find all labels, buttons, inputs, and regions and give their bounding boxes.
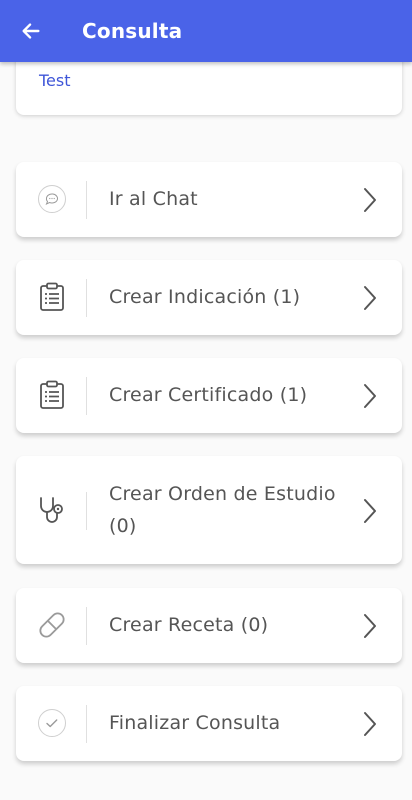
chat-icon bbox=[36, 183, 68, 215]
divider bbox=[86, 492, 87, 530]
clipboard-icon bbox=[36, 379, 68, 411]
divider bbox=[86, 377, 87, 415]
create-study-order-label: Crear Orden de Estudio (0) bbox=[109, 483, 336, 537]
chat-label: Ir al Chat bbox=[109, 188, 198, 210]
create-indication-button[interactable]: Crear Indicación (1) bbox=[16, 260, 402, 335]
divider bbox=[86, 279, 87, 317]
create-study-order-button[interactable]: Crear Orden de Estudio (0) bbox=[16, 456, 402, 564]
arrow-left-icon bbox=[22, 23, 40, 39]
back-button[interactable] bbox=[0, 0, 60, 62]
stethoscope-icon bbox=[36, 494, 68, 526]
chevron-right-icon bbox=[364, 286, 376, 310]
chevron-right-icon bbox=[364, 712, 376, 736]
chevron-right-icon bbox=[364, 614, 376, 638]
app-bar: Consulta bbox=[0, 0, 412, 62]
chevron-right-icon bbox=[364, 188, 376, 212]
divider bbox=[86, 705, 87, 743]
finish-consultation-label: Finalizar Consulta bbox=[109, 712, 281, 734]
finish-consultation-button[interactable]: Finalizar Consulta bbox=[16, 686, 402, 761]
chevron-right-icon bbox=[364, 384, 376, 408]
divider bbox=[86, 181, 87, 219]
card-link-text[interactable]: Test bbox=[39, 71, 71, 90]
chevron-right-icon bbox=[364, 499, 376, 523]
pill-icon bbox=[36, 609, 68, 641]
page-title: Consulta bbox=[82, 19, 183, 43]
create-indication-label: Crear Indicación (1) bbox=[109, 286, 301, 308]
clipboard-icon bbox=[36, 281, 68, 313]
create-prescription-button[interactable]: Crear Receta (0) bbox=[16, 588, 402, 663]
divider bbox=[86, 607, 87, 645]
create-certificate-button[interactable]: Crear Certificado (1) bbox=[16, 358, 402, 433]
check-circle-icon bbox=[36, 707, 68, 739]
chat-button[interactable]: Ir al Chat bbox=[16, 162, 402, 237]
create-prescription-label: Crear Receta (0) bbox=[109, 614, 269, 636]
create-certificate-label: Crear Certificado (1) bbox=[109, 384, 308, 406]
